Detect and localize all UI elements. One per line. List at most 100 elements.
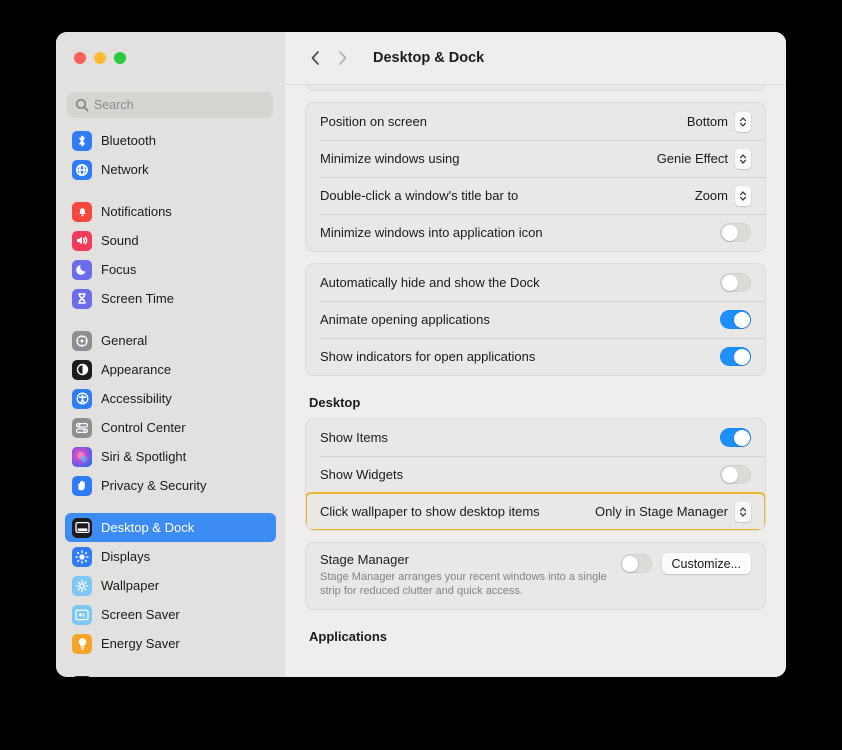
chevron-up-down-icon xyxy=(735,185,751,206)
sidebar-item-general[interactable]: General xyxy=(65,326,276,355)
sidebar-group-separator xyxy=(65,658,276,671)
toggle-show-indicators-for-open-applications[interactable] xyxy=(720,347,751,366)
settings-row-automatically-hide-and-show-the-dock[interactable]: Automatically hide and show the Dock xyxy=(306,264,765,301)
row-control xyxy=(720,223,751,242)
row-label: Show indicators for open applications xyxy=(320,349,536,364)
row-label: Minimize windows using xyxy=(320,151,460,166)
sidebar-item-bluetooth[interactable]: Bluetooth xyxy=(65,126,276,155)
settings-row-animate-opening-applications[interactable]: Animate opening applications xyxy=(306,301,765,338)
dock-icon xyxy=(72,517,92,538)
sidebar-item-label: Desktop & Dock xyxy=(101,520,195,535)
chevron-up-down-icon xyxy=(735,501,751,522)
toggle-knob xyxy=(733,429,750,446)
minimize-button[interactable] xyxy=(94,52,106,64)
hourglass-icon xyxy=(72,288,92,309)
settings-row-double-click-a-window-s-title-bar-to[interactable]: Double-click a window's title bar to Zoom xyxy=(306,177,765,214)
sidebar-item-label: Sound xyxy=(101,233,139,248)
sidebar-item-accessibility[interactable]: Accessibility xyxy=(65,384,276,413)
sidebar-item-label: Accessibility xyxy=(101,391,172,406)
settings-row-minimize-windows-into-application-icon[interactable]: Minimize windows into application icon xyxy=(306,214,765,251)
toggle-automatically-hide-and-show-the-dock[interactable] xyxy=(720,273,751,292)
desktop-settings-group: Show Items Show Widgets Click wallpaper to… xyxy=(305,418,766,531)
page-title: Desktop & Dock xyxy=(373,50,485,66)
sidebar-item-sound[interactable]: Sound xyxy=(65,226,276,255)
sidebar-item-screen-saver[interactable]: Screen Saver xyxy=(65,600,276,629)
stage-manager-toggle[interactable] xyxy=(620,554,652,573)
forward-button[interactable] xyxy=(329,45,356,72)
row-control xyxy=(720,465,751,484)
popup-button-double-click-a-window-s-title-bar-to[interactable]: Zoom xyxy=(695,185,751,206)
siri-icon xyxy=(72,446,92,467)
dock-settings-group: Position on screen Bottom Minimize windows… xyxy=(305,102,766,252)
sidebar-item-desktop-dock[interactable]: Desktop & Dock xyxy=(65,513,276,542)
sidebar-item-label: Notifications xyxy=(101,204,172,219)
forward-chevron-icon xyxy=(339,51,347,65)
sidebar-item-label: Privacy & Security xyxy=(101,478,207,493)
popup-value: Genie Effect xyxy=(656,151,728,166)
toggle-minimize-windows-into-application-icon[interactable] xyxy=(720,223,751,242)
popup-button-position-on-screen[interactable]: Bottom xyxy=(687,111,751,132)
sidebar-scroll-area[interactable]: Bluetooth Network Notifications Sound Focus S… xyxy=(56,32,285,677)
sliders-icon xyxy=(72,417,92,438)
sidebar-item-control-center[interactable]: Control Center xyxy=(65,413,276,442)
lock-icon xyxy=(72,675,92,677)
sidebar-item-energy-saver[interactable]: Energy Saver xyxy=(65,629,276,658)
row-control xyxy=(720,428,751,447)
sidebar-item-network[interactable]: Network xyxy=(65,155,276,184)
settings-row-click-wallpaper-to-show-desktop-items[interactable]: Click wallpaper to show desktop items Onl… xyxy=(306,492,765,530)
maximize-button[interactable] xyxy=(114,52,126,64)
toggle-knob xyxy=(721,466,738,483)
speaker-icon xyxy=(72,230,92,251)
sidebar-item-siri-spotlight[interactable]: Siri & Spotlight xyxy=(65,442,276,471)
sidebar-item-label: General xyxy=(101,333,148,348)
settings-content[interactable]: Position on screen Bottom Minimize windows… xyxy=(285,84,786,677)
sidebar-item-label: Focus xyxy=(101,262,137,277)
sidebar-item-privacy-security[interactable]: Privacy & Security xyxy=(65,471,276,500)
back-button[interactable] xyxy=(302,45,329,72)
row-label: Double-click a window's title bar to xyxy=(320,188,519,203)
sidebar-item-lock-screen[interactable]: Lock Screen xyxy=(65,671,276,677)
popup-button-click-wallpaper-to-show-desktop-items[interactable]: Only in Stage Manager xyxy=(595,501,751,522)
sidebar-item-notifications[interactable]: Notifications xyxy=(65,197,276,226)
toggle-knob xyxy=(721,274,738,291)
titlebar: Desktop & Dock xyxy=(285,32,786,85)
customize-button[interactable]: Customize... xyxy=(661,553,751,574)
sidebar-item-label: Screen Time xyxy=(101,291,174,306)
close-button[interactable] xyxy=(74,52,86,64)
main-pane: Desktop & Dock Position on screen Bottom M… xyxy=(285,32,786,677)
applications-section-heading: Applications xyxy=(309,629,388,644)
contrast-icon xyxy=(72,359,92,380)
toggle-show-items[interactable] xyxy=(720,428,751,447)
popup-button-minimize-windows-using[interactable]: Genie Effect xyxy=(656,148,751,169)
settings-row-minimize-windows-using[interactable]: Minimize windows using Genie Effect xyxy=(306,140,765,177)
row-label: Show Widgets xyxy=(320,467,404,482)
sidebar-item-focus[interactable]: Focus xyxy=(65,255,276,284)
stage-manager-title: Stage Manager xyxy=(320,552,409,567)
sidebar-item-label: Bluetooth xyxy=(101,133,156,148)
row-label: Position on screen xyxy=(320,114,427,129)
toggle-show-widgets[interactable] xyxy=(720,465,751,484)
toggle-animate-opening-applications[interactable] xyxy=(720,310,751,329)
accessibility-icon xyxy=(72,388,92,409)
sidebar-item-screen-time[interactable]: Screen Time xyxy=(65,284,276,313)
stage-manager-description: Stage Manager arranges your recent windo… xyxy=(320,571,607,597)
gear-icon xyxy=(72,330,92,351)
stage-manager-group: Stage Manager Stage Manager arranges you… xyxy=(305,542,766,610)
settings-row-show-widgets[interactable]: Show Widgets xyxy=(306,456,765,493)
row-control: Zoom xyxy=(695,185,751,206)
screensaver-icon xyxy=(72,604,92,625)
sidebar-item-displays[interactable]: Displays xyxy=(65,542,276,571)
toggle-knob xyxy=(622,555,639,572)
stage-manager-row: Stage Manager Stage Manager arranges you… xyxy=(306,543,765,609)
sidebar-item-label: Network xyxy=(101,162,149,177)
toggle-knob xyxy=(733,311,750,328)
sidebar-group-separator xyxy=(65,184,276,197)
settings-row-show-items[interactable]: Show Items xyxy=(306,419,765,456)
search-container xyxy=(67,92,273,118)
sidebar-item-wallpaper[interactable]: Wallpaper xyxy=(65,571,276,600)
settings-row-show-indicators-for-open-applications[interactable]: Show indicators for open applications xyxy=(306,338,765,375)
bluetooth-icon xyxy=(72,130,92,151)
settings-row-position-on-screen[interactable]: Position on screen Bottom xyxy=(306,103,765,140)
sidebar-item-appearance[interactable]: Appearance xyxy=(65,355,276,384)
search-input[interactable] xyxy=(67,92,273,118)
